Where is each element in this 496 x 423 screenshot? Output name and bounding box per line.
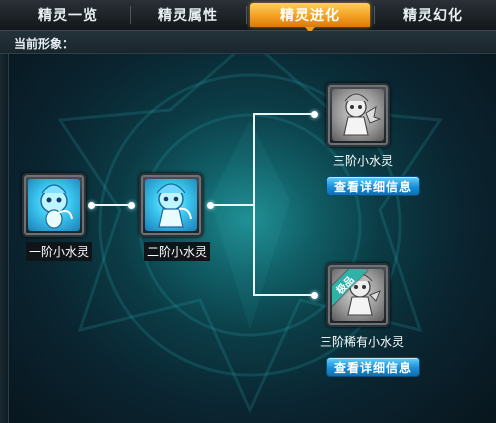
water-sprite-icon: [28, 179, 80, 231]
water-sprite-icon: [332, 89, 384, 141]
tab-divider: [374, 6, 375, 24]
sprite-slot-stage1[interactable]: [22, 173, 86, 237]
connector-dot: [311, 111, 318, 118]
view-details-button-stage3-rare[interactable]: 查看详细信息: [326, 357, 420, 377]
sprite-name-stage3: 三阶小水灵: [333, 154, 394, 168]
sprite-slot-stage3[interactable]: [326, 83, 390, 147]
sprite-slot-stage2[interactable]: [139, 173, 203, 237]
water-sprite-icon: [145, 179, 197, 231]
connector-line: [210, 204, 254, 206]
sprite-name-stage3-rare: 三阶稀有小水灵: [320, 335, 405, 349]
connector-trunk: [253, 113, 255, 296]
connector-line: [253, 294, 315, 296]
connector-dot: [88, 202, 95, 209]
tab-sprite-overview[interactable]: 精灵一览: [8, 3, 128, 27]
subtitle-bar: [0, 31, 496, 54]
sprite-slot-stage3-rare[interactable]: 极品: [326, 263, 390, 327]
sprite-name-stage1: 一阶小水灵: [26, 242, 93, 261]
connector-dot: [128, 202, 135, 209]
connector-line: [253, 113, 315, 115]
current-form-label: 当前形象：: [14, 37, 75, 51]
sprite-evolution-panel: 精灵一览 精灵属性 精灵进化 精灵幻化 当前形象： 一阶小水灵 二阶小水灵 三阶…: [0, 0, 496, 423]
connector-dot: [311, 292, 318, 299]
tab-divider: [246, 6, 247, 24]
connector-dot: [207, 202, 214, 209]
water-sprite-icon: 极品: [332, 269, 384, 321]
sprite-name-stage2: 二阶小水灵: [144, 242, 211, 261]
tab-sprite-transform[interactable]: 精灵幻化: [378, 3, 488, 27]
tab-sprite-evolution[interactable]: 精灵进化: [250, 3, 370, 27]
tab-divider: [130, 6, 131, 24]
left-edge-frame: [0, 54, 9, 423]
view-details-button-stage3[interactable]: 查看详细信息: [326, 176, 420, 196]
tab-sprite-attributes[interactable]: 精灵属性: [133, 3, 243, 27]
